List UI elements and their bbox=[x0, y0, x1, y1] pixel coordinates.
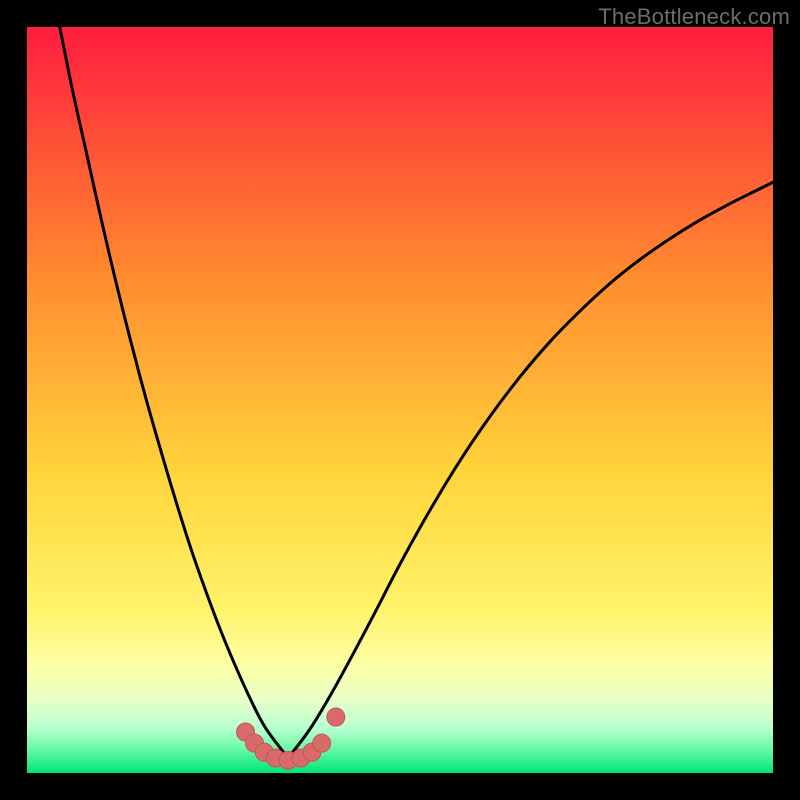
plot-area bbox=[27, 27, 773, 773]
trough-markers-group bbox=[237, 708, 345, 769]
trough-marker bbox=[313, 734, 331, 752]
curves-layer bbox=[27, 27, 773, 773]
curve-right-branch bbox=[288, 182, 773, 758]
trough-marker bbox=[327, 708, 345, 726]
curve-left-branch bbox=[57, 27, 288, 758]
chart-frame: TheBottleneck.com bbox=[0, 0, 800, 800]
